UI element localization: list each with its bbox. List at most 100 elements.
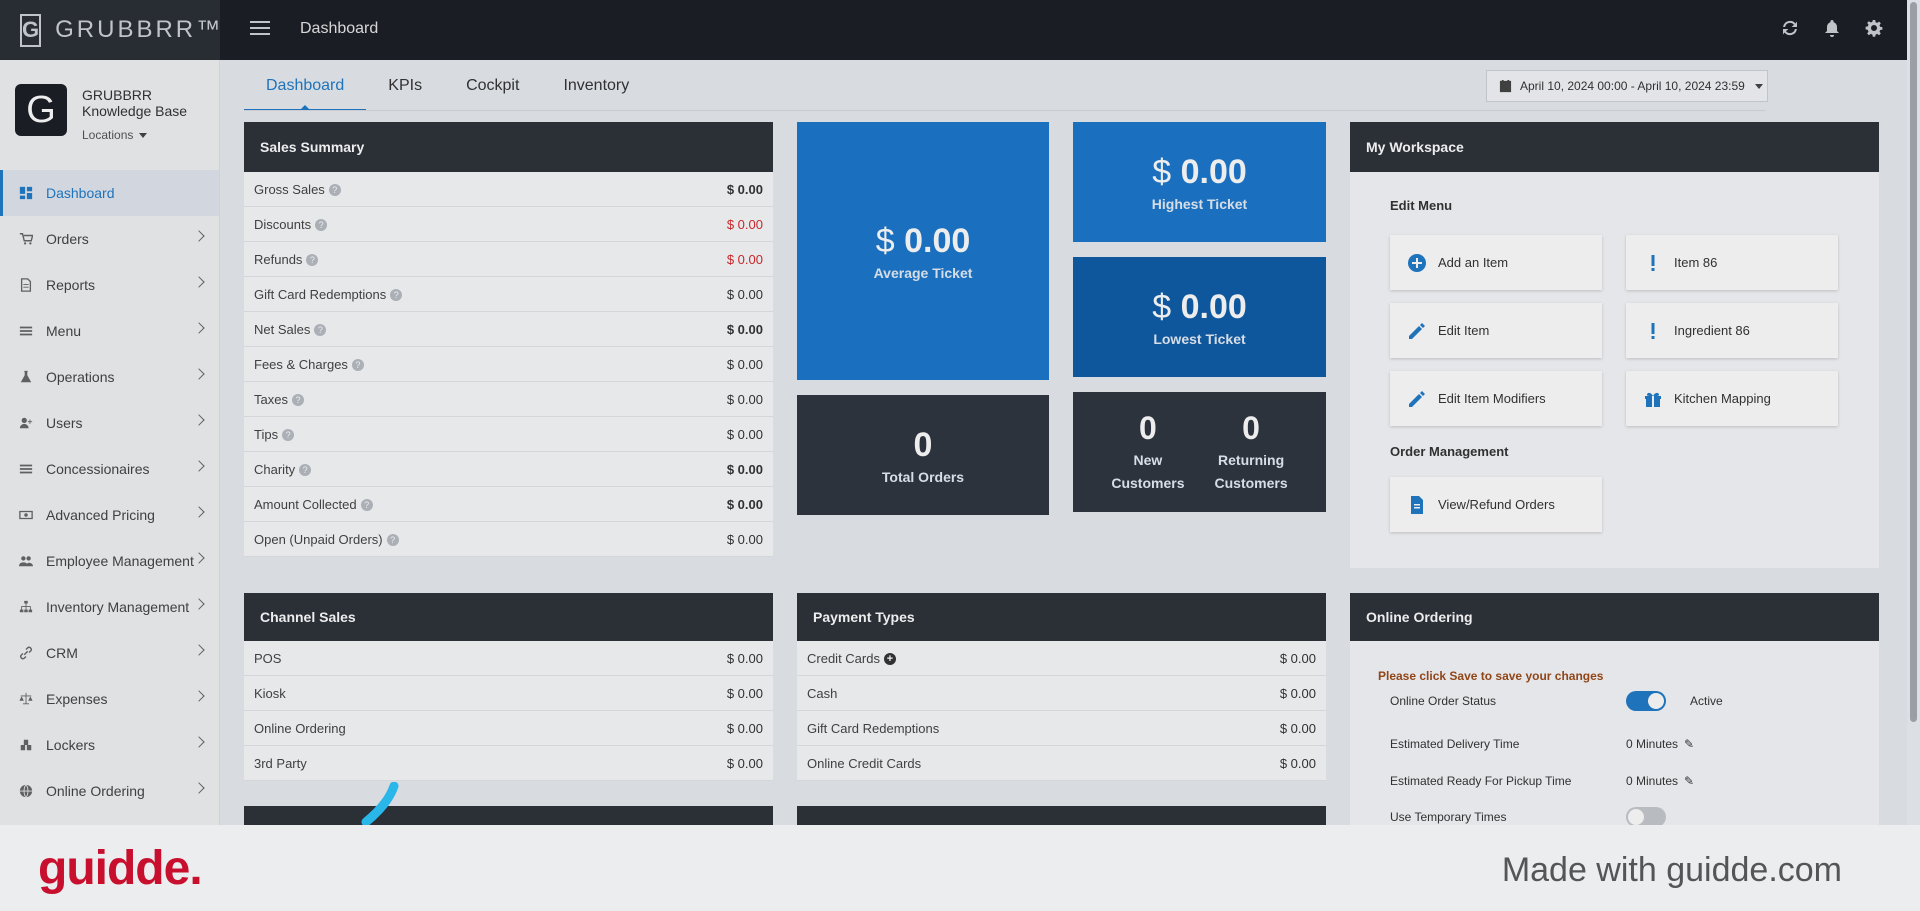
panel-title: My Workspace [1350,122,1879,172]
view-refund-orders-button[interactable]: View/Refund Orders [1390,477,1602,532]
footer: guidde. Made with guidde.com [0,825,1920,911]
row-label: Tips? [254,427,295,442]
sidebar-item-label: Expenses [46,691,108,707]
help-icon[interactable]: ? [315,219,328,232]
globe-icon [18,783,34,799]
row-label: Online Credit Cards [807,755,922,771]
help-icon[interactable]: ? [360,499,373,512]
table-row: 3rd Party $ 0.00 [244,746,773,781]
help-icon[interactable]: ? [390,289,403,302]
list-icon [18,461,34,477]
chevron-right-icon [193,736,205,748]
online-order-status-toggle[interactable] [1626,691,1666,711]
date-range-value: April 10, 2024 00:00 - April 10, 2024 23… [1520,79,1745,93]
chevron-right-icon [193,644,205,656]
sidebar-item-label: Users [46,415,83,431]
table-row: Refunds? $ 0.00 [244,242,773,277]
org-name-line1: GRUBBRR [82,87,153,103]
help-icon[interactable]: ? [282,429,295,442]
row-value: $ 0.00 [1279,755,1316,771]
link-icon [18,645,34,661]
table-row: Online Credit Cards $ 0.00 [797,746,1326,781]
button-label: Edit Item [1438,323,1490,338]
help-icon[interactable]: ? [328,184,341,197]
row-value: $ 0.00 [1279,650,1316,666]
help-icon[interactable]: ? [386,534,399,547]
row-label: Discounts? [254,217,328,232]
page-scrollbar[interactable] [1907,0,1920,825]
sidebar-item-operations[interactable]: Operations [0,354,219,400]
sidebar-item-label: Operations [46,369,115,385]
edit-item-button[interactable]: Edit Item [1390,303,1602,358]
chevron-right-icon [193,414,205,426]
sidebar-item-inventory-management[interactable]: Inventory Management [0,584,219,630]
payment-types-panel: Payment Types Credit Cards + $ 0.00 Cash $ 0… [797,593,1326,781]
tab-kpis[interactable]: KPIs [366,66,444,111]
kitchen-mapping-button[interactable]: Kitchen Mapping [1626,371,1838,426]
sidebar-item-menu[interactable]: Menu [0,308,219,354]
calendar-icon [1499,79,1512,92]
sidebar-item-users[interactable]: Users [0,400,219,446]
sidebar-item-online-ordering[interactable]: Online Ordering [0,768,219,814]
date-range-picker[interactable]: April 10, 2024 00:00 - April 10, 2024 23… [1486,70,1768,102]
sidebar-item-expenses[interactable]: Expenses [0,676,219,722]
pencil-icon[interactable]: ✎ [1684,774,1694,788]
help-icon[interactable]: ? [351,359,364,372]
cubes-icon [18,737,34,753]
chevron-right-icon [193,598,205,610]
edit-item-modifiers-button[interactable]: Edit Item Modifiers [1390,371,1602,426]
sidebar-item-reports[interactable]: Reports [0,262,219,308]
sidebar-item-concessionaires[interactable]: Concessionaires [0,446,219,492]
help-icon[interactable]: ? [314,324,327,337]
add-an-item-button[interactable]: Add an Item [1390,235,1602,290]
help-icon[interactable]: ? [291,394,304,407]
hamburger-menu-icon[interactable] [250,21,270,37]
sidebar-item-orders[interactable]: Orders [0,216,219,262]
delivery-time-label: Estimated Delivery Time [1390,737,1520,751]
row-value: $ 0.00 [726,496,763,512]
bell-icon[interactable] [1822,18,1842,38]
save-warning: Please click Save to save your changes [1378,669,1604,683]
help-icon[interactable]: ? [306,254,319,267]
chevron-right-icon [193,322,205,334]
sidebar-item-employee-management[interactable]: Employee Management [0,538,219,584]
item-86-button[interactable]: Item 86 [1626,235,1838,290]
help-icon[interactable]: ? [299,464,312,477]
scrollbar-thumb[interactable] [1910,2,1917,722]
profile: G GRUBBRR Knowledge Base Locations [0,60,219,170]
tab-dashboard[interactable]: Dashboard [244,66,367,111]
sidebar-item-lockers[interactable]: Lockers [0,722,219,768]
my-workspace-panel: My Workspace Edit Menu Order Management … [1350,122,1879,568]
row-label: Charity? [254,462,312,477]
pickup-time-label: Estimated Ready For Pickup Time [1390,774,1572,788]
pencil-icon[interactable]: ✎ [1684,737,1694,751]
row-value: $ 0.00 [726,216,763,232]
refresh-icon[interactable] [1780,18,1800,38]
sidebar-item-label: Reports [46,277,96,293]
row-label: Cash [807,685,838,701]
avatar[interactable]: G [15,84,67,136]
report-icon [18,277,34,293]
row-label: Gift Card Redemptions? [254,287,403,302]
sidebar-item-crm[interactable]: CRM [0,630,219,676]
expand-icon[interactable]: + [883,653,896,666]
brand[interactable]: G GRUBBRR™ [0,0,220,60]
sidebar-item-advanced-pricing[interactable]: Advanced Pricing [0,492,219,538]
gear-icon[interactable] [1864,18,1884,38]
panel-title: Sales Summary [244,122,773,172]
sidebar-item-dashboard[interactable]: Dashboard [0,170,219,216]
table-row: Net Sales? $ 0.00 [244,312,773,347]
ingredient-86-button[interactable]: Ingredient 86 [1626,303,1838,358]
sidebar-item-label: Online Ordering [46,783,145,799]
table-row: Amount Collected? $ 0.00 [244,487,773,522]
tab-inventory[interactable]: Inventory [541,66,651,111]
temporary-times-toggle[interactable] [1626,807,1666,827]
cart-icon [18,231,34,247]
row-value: $ 0.00 [1279,720,1316,736]
tab-cockpit[interactable]: Cockpit [444,66,541,111]
tab-divider [244,110,1766,111]
edit-menu-heading: Edit Menu [1390,198,1453,213]
locations-dropdown[interactable]: Locations [82,128,147,142]
row-label: 3rd Party [254,755,307,771]
row-value: $ 0.00 [726,461,763,477]
